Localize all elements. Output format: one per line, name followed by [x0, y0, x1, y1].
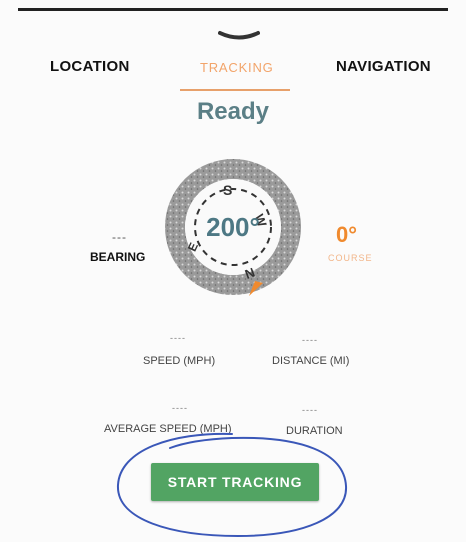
top-divider — [18, 8, 448, 11]
duration-value: ---- — [302, 405, 318, 415]
tab-location[interactable]: LOCATION — [50, 58, 130, 75]
compass-letter-south: S — [223, 182, 232, 198]
speed-label: SPEED (MPH) — [143, 355, 216, 367]
distance-value: ---- — [302, 335, 318, 345]
bearing-label: BEARING — [90, 250, 146, 264]
compass-dial: S W E N 200° — [165, 159, 301, 296]
tab-bar: LOCATION TRACKING NAVIGATION — [0, 58, 466, 98]
duration-label: DURATION — [286, 425, 343, 437]
course-label: COURSE — [328, 253, 373, 263]
speed-value: ---- — [170, 333, 186, 343]
active-tab-indicator — [180, 89, 290, 91]
drag-handle[interactable] — [218, 30, 260, 40]
tab-navigation[interactable]: NAVIGATION — [336, 58, 431, 75]
compass-heading: 200° — [206, 212, 260, 242]
distance-label: DISTANCE (MI) — [272, 355, 350, 367]
bearing-value: --- — [112, 230, 127, 244]
tracking-status: Ready — [196, 98, 270, 125]
course-value: 0° — [336, 222, 358, 247]
average-speed-value: ---- — [172, 403, 188, 413]
start-tracking-button[interactable]: START TRACKING — [151, 463, 319, 501]
average-speed-label: AVERAGE SPEED (MPH) — [104, 423, 232, 435]
tab-tracking[interactable]: TRACKING — [200, 60, 274, 75]
